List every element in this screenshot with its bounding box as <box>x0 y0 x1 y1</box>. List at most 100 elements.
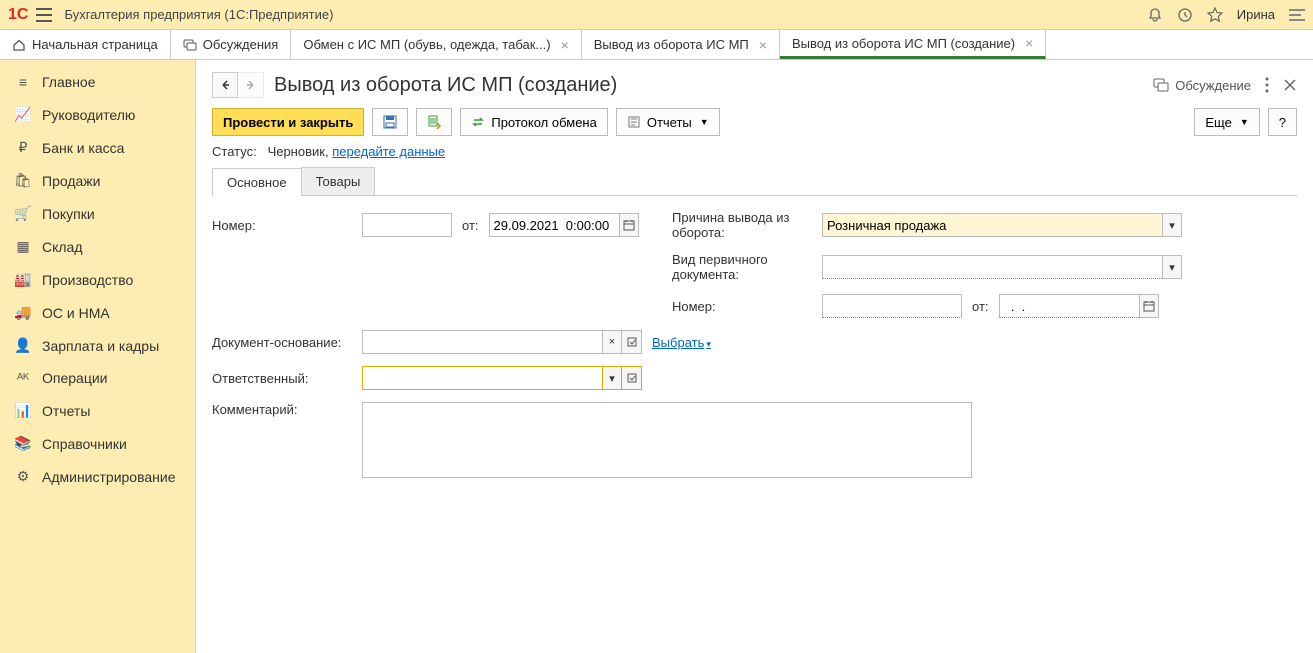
sidebar-item-label: Склад <box>42 239 83 255</box>
row-comment: Комментарий: <box>212 402 1297 478</box>
open-icon[interactable] <box>622 330 642 354</box>
user-name[interactable]: Ирина <box>1237 7 1275 22</box>
history-icon[interactable] <box>1177 7 1193 23</box>
chat-icon <box>183 38 197 52</box>
sidebar-item-assets[interactable]: 🚚ОС и НМА <box>0 296 195 329</box>
page-head: Вывод из оборота ИС МП (создание) Обсужд… <box>212 72 1297 98</box>
tab-close-icon[interactable]: × <box>561 37 569 53</box>
content: Вывод из оборота ИС МП (создание) Обсужд… <box>196 60 1313 653</box>
row-number: Номер: от: <box>212 210 652 240</box>
basis-label: Документ-основание: <box>212 335 352 350</box>
btn-label: Провести и закрыть <box>223 115 353 130</box>
sidebar-item-stock[interactable]: ▦ Склад <box>0 230 195 263</box>
sidebar-item-purchases[interactable]: 🛒Покупки <box>0 197 195 230</box>
topbar-right: Ирина <box>1147 7 1305 23</box>
toolbar: Провести и закрыть Протокол обмена Отчет… <box>212 108 1297 136</box>
sidebar-item-label: Главное <box>42 74 96 90</box>
row-basis: Документ-основание: × Выбрать▾ <box>212 330 1297 354</box>
sidebar-item-operations[interactable]: ᴬᴷ Операции <box>0 362 195 394</box>
tab-exchange[interactable]: Обмен с ИС МП (обувь, одежда, табак...) … <box>291 30 581 59</box>
tab-label: Вывод из оборота ИС МП (создание) <box>792 36 1015 51</box>
tab-label: Вывод из оборота ИС МП <box>594 37 749 52</box>
star-icon[interactable] <box>1207 7 1223 23</box>
subtab-main[interactable]: Основное <box>212 168 302 196</box>
sidebar-item-production[interactable]: 🏭Производство <box>0 263 195 296</box>
subtabs: Основное Товары <box>212 167 1297 196</box>
status-link[interactable]: передайте данные <box>332 144 445 159</box>
bars-icon: 📊 <box>14 402 32 419</box>
protocol-button[interactable]: Протокол обмена <box>460 108 608 136</box>
clear-icon[interactable]: × <box>602 330 622 354</box>
number-label: Номер: <box>212 218 352 233</box>
sidebar-item-label: ОС и НМА <box>42 305 110 321</box>
sidebar-item-catalogs[interactable]: 📚Справочники <box>0 427 195 460</box>
factory-icon: 🏭 <box>14 271 32 288</box>
status-value: Черновик, <box>268 144 329 159</box>
chevron-down-icon[interactable]: ▾ <box>602 366 622 390</box>
app-title: Бухгалтерия предприятия (1С:Предприятие) <box>64 7 1146 22</box>
reports-button[interactable]: Отчеты▼ <box>616 108 720 136</box>
save-button[interactable] <box>372 108 408 136</box>
tab-home[interactable]: Начальная страница <box>0 30 171 59</box>
chevron-down-icon[interactable]: ▾ <box>1162 213 1182 237</box>
report-icon <box>627 115 641 129</box>
sidebar-item-label: Администрирование <box>42 469 176 485</box>
responsible-input[interactable] <box>362 366 602 390</box>
list-icon: ≡ <box>14 74 32 90</box>
calendar-icon[interactable] <box>619 213 639 237</box>
subtab-label: Товары <box>316 174 361 189</box>
books-icon: 📚 <box>14 435 32 452</box>
primary-doc-combo: ▾ <box>822 255 1182 279</box>
subtab-goods[interactable]: Товары <box>301 167 376 195</box>
forward-button[interactable] <box>238 72 264 98</box>
reason-input[interactable] <box>822 213 1162 237</box>
operations-icon: ᴬᴷ <box>14 370 32 386</box>
post-button[interactable] <box>416 108 452 136</box>
row-responsible: Ответственный: ▾ <box>212 366 1297 390</box>
sidebar-item-salary[interactable]: 👤Зарплата и кадры <box>0 329 195 362</box>
row-primary-doc: Вид первичного документа: ▾ <box>672 252 1297 282</box>
primary-doc-label: Вид первичного документа: <box>672 252 812 282</box>
sidebar-item-admin[interactable]: ⚙Администрирование <box>0 460 195 493</box>
close-icon[interactable] <box>1283 78 1297 92</box>
tab-withdrawal-create[interactable]: Вывод из оборота ИС МП (создание) × <box>780 30 1046 59</box>
date2-input[interactable] <box>999 294 1139 318</box>
sidebar-item-bank[interactable]: ₽Банк и касса <box>0 131 195 164</box>
window-controls-icon[interactable] <box>1289 8 1305 22</box>
tab-close-icon[interactable]: × <box>759 37 767 53</box>
number2-input[interactable] <box>822 294 962 318</box>
comment-textarea[interactable] <box>362 402 972 478</box>
responsible-combo: ▾ <box>362 366 642 390</box>
select-link[interactable]: Выбрать▾ <box>652 335 711 350</box>
date-combo <box>489 213 639 237</box>
calendar-icon[interactable] <box>1139 294 1159 318</box>
date-input[interactable] <box>489 213 619 237</box>
discussion-icon[interactable]: Обсуждение <box>1153 78 1251 93</box>
primary-doc-input[interactable] <box>822 255 1162 279</box>
basis-input[interactable] <box>362 330 602 354</box>
exchange-icon <box>471 115 485 129</box>
open-icon[interactable] <box>622 366 642 390</box>
sidebar-item-sales[interactable]: 🛍Продажи <box>0 164 195 197</box>
sidebar-item-label: Зарплата и кадры <box>42 338 159 354</box>
sidebar-item-label: Операции <box>42 370 108 386</box>
sidebar-item-label: Продажи <box>42 173 100 189</box>
tab-label: Обмен с ИС МП (обувь, одежда, табак...) <box>303 37 550 52</box>
more-button[interactable]: Еще▼ <box>1194 108 1259 136</box>
bell-icon[interactable] <box>1147 7 1163 23</box>
tab-discussions[interactable]: Обсуждения <box>171 30 292 59</box>
tab-withdrawal-list[interactable]: Вывод из оборота ИС МП × <box>582 30 780 59</box>
sidebar-item-reports[interactable]: 📊Отчеты <box>0 394 195 427</box>
chevron-down-icon[interactable]: ▾ <box>1162 255 1182 279</box>
post-and-close-button[interactable]: Провести и закрыть <box>212 108 364 136</box>
number-input[interactable] <box>362 213 452 237</box>
help-button[interactable]: ? <box>1268 108 1297 136</box>
kebab-icon[interactable] <box>1265 77 1269 93</box>
number2-label: Номер: <box>672 299 812 314</box>
menu-icon[interactable] <box>36 8 52 22</box>
sidebar-item-manager[interactable]: 📈Руководителю <box>0 98 195 131</box>
tab-close-icon[interactable]: × <box>1025 35 1033 51</box>
sidebar-item-main[interactable]: ≡ Главное <box>0 66 195 98</box>
back-button[interactable] <box>212 72 238 98</box>
grid-icon: ▦ <box>14 238 32 255</box>
